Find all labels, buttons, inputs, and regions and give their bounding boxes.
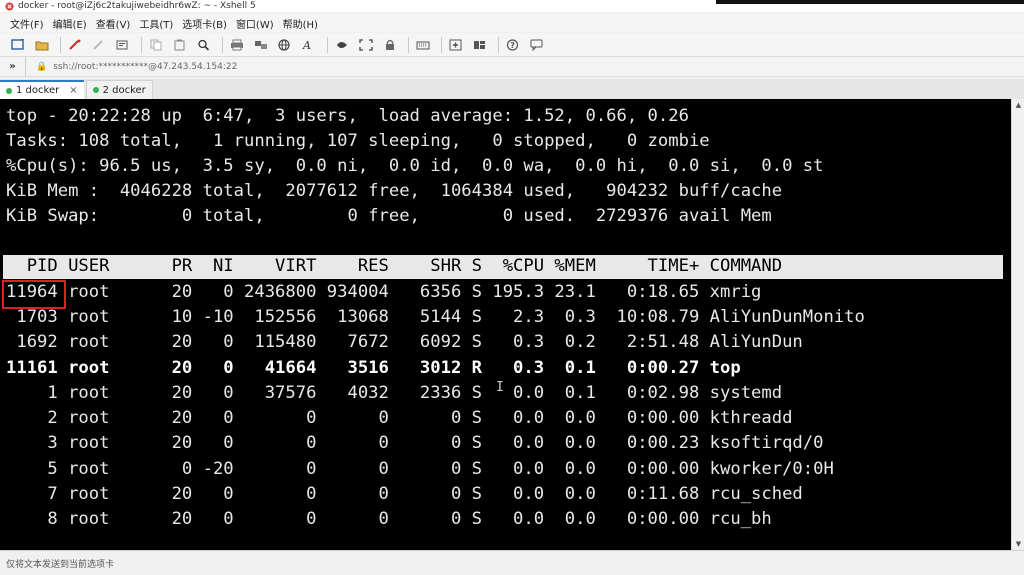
status-bar: 仅将文本发送到当前选项卡 — [0, 550, 1024, 575]
toolbar-separator — [60, 36, 61, 53]
menu-help[interactable]: 帮助(H) — [283, 16, 318, 31]
find-icon[interactable] — [194, 36, 214, 54]
title-overlay — [716, 0, 1024, 4]
toolbar-separator — [498, 36, 499, 53]
process-row: 1692 root 20 0 115480 7672 6092 S 0.3 0.… — [6, 332, 803, 352]
layout-icon[interactable] — [470, 36, 490, 54]
process-row-top: 11161 root 20 0 41664 3516 3012 R 0.3 0.… — [6, 358, 741, 378]
terminal-scrollbar[interactable]: ▲ ▼ — [1011, 99, 1024, 550]
process-row: 8 root 20 0 0 0 0 S 0.0 0.0 0:00.00 rcu_… — [6, 509, 772, 529]
fullscreen-icon[interactable] — [356, 36, 376, 54]
top-uptime-line: top - 20:22:28 up 6:47, 3 users, load av… — [6, 106, 689, 126]
toolbar-separator — [141, 36, 142, 53]
menu-window[interactable]: 窗口(W) — [236, 16, 274, 31]
process-row: 5 root 0 -20 0 0 0 S 0.0 0.0 0:00.00 kwo… — [6, 459, 834, 479]
script-icon[interactable] — [332, 36, 352, 54]
toolbar-separator — [327, 36, 328, 53]
print-icon[interactable] — [227, 36, 247, 54]
send-to-current-tab-hint[interactable]: 仅将文本发送到当前选项卡 — [6, 557, 114, 570]
menu-tabs[interactable]: 选项卡(B) — [182, 16, 227, 31]
toolbar-separator — [222, 36, 223, 53]
add-tab-icon[interactable] — [446, 36, 466, 54]
address-expand-button[interactable]: » — [0, 56, 26, 77]
font-icon[interactable]: A — [299, 36, 319, 54]
address-bar: » 🔒 ssh://root:***********@47.243.54.154… — [0, 56, 1024, 77]
menu-view[interactable]: 查看(V) — [96, 16, 131, 31]
text-cursor-icon: I — [496, 380, 504, 395]
lock-icon[interactable] — [380, 36, 400, 54]
connected-status-icon — [6, 87, 12, 94]
properties-icon[interactable] — [113, 36, 133, 54]
title-bar: docker - root@iZj6c2takujiwebeidhr6wZ: ~… — [0, 0, 1024, 12]
process-row: 11964 root 20 0 2436800 934004 6356 S 19… — [6, 282, 762, 302]
tab-1-docker[interactable]: 1 docker × — [0, 80, 84, 99]
copy-icon[interactable] — [146, 36, 166, 54]
chat-icon[interactable] — [527, 36, 547, 54]
terminal-view[interactable]: top - 20:22:28 up 6:47, 3 users, load av… — [0, 99, 1011, 550]
top-mem-line: KiB Mem : 4046228 total, 2077612 free, 1… — [6, 181, 783, 201]
reconnect-icon[interactable] — [65, 36, 85, 54]
tab-label: 2 docker — [102, 84, 146, 96]
lock-icon: 🔒 — [36, 61, 48, 72]
pid-highlight-box — [2, 280, 66, 309]
session-address[interactable]: ssh://root:***********@47.243.54.154:22 — [53, 62, 237, 72]
svg-text:A: A — [302, 39, 311, 51]
scroll-down-icon[interactable]: ▼ — [1012, 538, 1024, 550]
globe-icon[interactable] — [275, 36, 295, 54]
open-folder-icon[interactable] — [32, 36, 52, 54]
menu-tools[interactable]: 工具(T) — [139, 16, 173, 31]
disconnect-icon[interactable] — [89, 36, 109, 54]
top-swap-line: KiB Swap: 0 total, 0 free, 0 used. 27293… — [6, 206, 772, 226]
process-row: 3 root 20 0 0 0 0 S 0.0 0.0 0:00.23 ksof… — [6, 433, 824, 453]
process-row: 7 root 20 0 0 0 0 S 0.0 0.0 0:11.68 rcu_… — [6, 484, 803, 504]
transfer-icon[interactable] — [251, 36, 271, 54]
window-title: docker - root@iZj6c2takujiwebeidhr6wZ: ~… — [18, 1, 256, 11]
close-icon[interactable]: × — [69, 85, 77, 96]
tab-label: 1 docker — [16, 85, 60, 96]
tab-bar: 1 docker × 2 docker — [0, 79, 1024, 99]
toolbar-separator — [441, 36, 442, 53]
menu-edit[interactable]: 编辑(E) — [53, 16, 87, 31]
process-header: PID USER PR NI VIRT RES SHR S %CPU %MEM … — [6, 256, 783, 276]
xshell-app-icon — [4, 1, 14, 11]
top-tasks-line: Tasks: 108 total, 1 running, 107 sleepin… — [6, 131, 710, 151]
toolbar-separator — [408, 36, 409, 53]
paste-icon[interactable] — [170, 36, 190, 54]
process-row: 2 root 20 0 0 0 0 S 0.0 0.0 0:00.00 kthr… — [6, 408, 793, 428]
tab-2-docker[interactable]: 2 docker — [85, 80, 153, 99]
top-cpu-line: %Cpu(s): 96.5 us, 3.5 sy, 0.0 ni, 0.0 id… — [6, 156, 824, 176]
menu-bar: 文件(F) 编辑(E) 查看(V) 工具(T) 选项卡(B) 窗口(W) 帮助(… — [0, 14, 1024, 32]
help-icon[interactable]: ? — [503, 36, 523, 54]
process-row: 1703 root 10 -10 152556 13068 5144 S 2.3… — [6, 307, 865, 327]
scroll-up-icon[interactable]: ▲ — [1012, 99, 1024, 111]
toolbar: A ? — [0, 33, 1024, 57]
svg-text:?: ? — [510, 41, 515, 50]
new-session-icon[interactable] — [8, 36, 28, 54]
connected-status-icon — [92, 87, 99, 93]
menu-file[interactable]: 文件(F) — [10, 16, 44, 31]
process-row: 1 root 20 0 37576 4032 2336 S 0.0 0.1 0:… — [6, 383, 783, 403]
keyboard-icon[interactable] — [413, 36, 433, 54]
